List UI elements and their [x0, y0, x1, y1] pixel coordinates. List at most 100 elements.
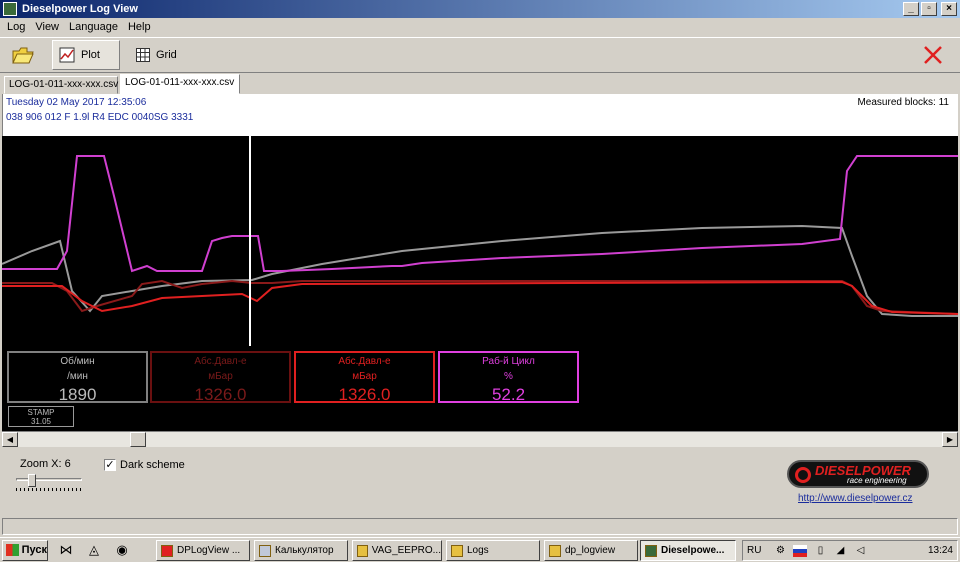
channel-rpm-label1: Об/мин	[60, 356, 95, 367]
plot-area[interactable]: Об/мин /мин 1890 Абс.Давл-е мБар 1326.0 …	[2, 136, 958, 431]
close-icon	[924, 46, 942, 64]
task-vag-eeprom[interactable]: VAG_EEPRO...	[352, 540, 442, 561]
channel-pressure-2-value: 1326.0	[338, 385, 391, 404]
series-pressure1-line	[2, 279, 958, 315]
channel-pressure-1[interactable]: Абс.Давл-е мБар 1326.0	[150, 351, 291, 404]
task-label: Logs	[467, 545, 489, 556]
task-dieselpower[interactable]: Dieselpowe...	[640, 540, 736, 561]
channel-pressure-2-label1: Абс.Давл-е	[338, 356, 391, 367]
task-logs[interactable]: Logs	[446, 540, 540, 561]
task-calculator[interactable]: Калькулятор	[254, 540, 348, 561]
exit-button[interactable]	[916, 40, 950, 70]
open-folder-button[interactable]	[4, 40, 42, 70]
windows-flag-icon	[6, 544, 19, 556]
title-bar: Dieselpower Log View _ ▫ ×	[0, 0, 960, 18]
folder-icon	[451, 544, 463, 557]
task-label: Калькулятор	[275, 545, 334, 556]
app-icon	[645, 544, 657, 557]
task-dp-logview[interactable]: dp_logview	[544, 540, 638, 561]
close-window-button[interactable]: ×	[941, 2, 957, 16]
logo-tagline: race engineering	[847, 476, 907, 485]
channel-rpm[interactable]: Об/мин /мин 1890	[7, 351, 148, 404]
toolbar: Plot Grid	[0, 37, 960, 73]
network-icon[interactable]: ◢	[833, 545, 847, 557]
folder-icon	[549, 544, 561, 557]
menu-help[interactable]: Help	[123, 21, 156, 33]
battery-icon[interactable]: ▯	[813, 545, 827, 557]
file-tabs: LOG-01-011-xxx-xxx.csv LOG-01-011-xxx-xx…	[0, 74, 960, 94]
calculator-icon	[259, 544, 271, 557]
system-tray: RU ⚙ ▯ ◢ ◁ 13:24	[742, 540, 958, 561]
zoom-slider-ticks	[16, 488, 82, 491]
channel-pressure-1-label1: Абс.Давл-е	[194, 356, 247, 367]
series-pressure2-line	[2, 280, 958, 315]
dieselpower-logo: DIESELPOWER race engineering	[787, 460, 929, 488]
minimize-button[interactable]: _	[903, 2, 919, 16]
tab-log-file-1[interactable]: LOG-01-011-xxx-xxx.csv	[4, 76, 118, 94]
channel-duty-label1: Раб-й Цикл	[482, 356, 535, 367]
russian-flag-icon[interactable]	[793, 544, 808, 557]
zoom-slider-thumb[interactable]	[28, 474, 36, 487]
ecu-info: 038 906 012 F 1.9l R4 EDC 0040SG 3331	[6, 112, 194, 123]
measured-blocks: Measured blocks: 11	[857, 97, 949, 108]
series-duty-line	[2, 155, 958, 273]
menu-view[interactable]: View	[30, 21, 64, 33]
dark-scheme-checkbox[interactable]: ✓	[104, 459, 116, 471]
quicklaunch-firefox-icon[interactable]: ◉	[112, 540, 132, 560]
clock: 13:24	[927, 545, 953, 556]
turbo-icon	[795, 467, 811, 483]
scroll-thumb[interactable]	[130, 432, 146, 447]
channel-pressure-1-label2: мБар	[208, 371, 233, 382]
volume-icon[interactable]: ◁	[853, 545, 867, 557]
channel-rpm-label2: /мин	[67, 371, 88, 382]
grid-icon	[136, 48, 150, 62]
log-info-panel: Tuesday 02 May 2017 12:35:06 038 906 012…	[2, 94, 958, 136]
start-button[interactable]: Пуск	[2, 539, 48, 561]
start-label: Пуск	[21, 544, 47, 556]
plot-label: Plot	[81, 49, 100, 61]
folder-open-icon	[12, 47, 34, 64]
channel-duty-value: 52.2	[491, 385, 526, 404]
plot-button[interactable]: Plot	[52, 40, 120, 70]
channel-pressure-2[interactable]: Абс.Давл-е мБар 1326.0	[294, 351, 435, 404]
menu-bar: Log View Language Help	[0, 18, 960, 36]
grid-label: Grid	[156, 49, 177, 61]
channel-duty-cycle[interactable]: Раб-й Цикл % 52.2	[438, 351, 579, 404]
task-label: VAG_EEPRO...	[371, 545, 441, 556]
status-bar	[2, 518, 958, 535]
stamp-box: STAMP 31.05	[8, 406, 74, 427]
menu-language[interactable]: Language	[64, 21, 123, 33]
control-panel: Zoom X: 6 ✓ Dark scheme DIESELPOWER race…	[2, 452, 958, 514]
task-label: dp_logview	[565, 545, 616, 556]
horizontal-scrollbar[interactable]: ◀ ▶	[2, 431, 958, 447]
task-label: DPLogView ...	[177, 545, 241, 556]
app-icon	[3, 2, 17, 16]
stamp-value: 31.05	[30, 417, 52, 426]
quicklaunch-vs-icon[interactable]: ⋈	[56, 540, 76, 560]
channel-pressure-2-label2: мБар	[352, 371, 377, 382]
channel-pressure-1-value: 1326.0	[194, 385, 247, 404]
dark-scheme-label: Dark scheme	[120, 459, 185, 471]
quicklaunch-app-icon[interactable]: ◬	[84, 540, 104, 560]
tray-app-icon[interactable]: ⚙	[773, 545, 787, 557]
scroll-left-button[interactable]: ◀	[2, 432, 18, 447]
chart-icon	[59, 47, 75, 63]
grid-button[interactable]: Grid	[130, 40, 190, 70]
stamp-label: STAMP	[27, 408, 55, 417]
channel-rpm-value: 1890	[58, 385, 97, 404]
task-label: Dieselpowe...	[661, 545, 725, 556]
website-link[interactable]: http://www.dieselpower.cz	[798, 493, 913, 504]
task-dplogview[interactable]: DPLogView ...	[156, 540, 250, 561]
scroll-right-button[interactable]: ▶	[942, 432, 958, 447]
zoom-slider-track	[16, 478, 82, 481]
zoom-slider[interactable]	[14, 474, 84, 492]
channel-duty-label2: %	[504, 371, 513, 382]
window-title: Dieselpower Log View	[22, 3, 138, 15]
tab-log-file-2[interactable]: LOG-01-011-xxx-xxx.csv	[120, 74, 240, 94]
restore-button[interactable]: ▫	[921, 2, 937, 16]
zoom-label: Zoom X: 6	[20, 458, 71, 470]
menu-log[interactable]: Log	[2, 21, 30, 33]
opera-icon	[161, 544, 173, 557]
folder-icon	[357, 544, 368, 557]
language-indicator[interactable]: RU	[747, 545, 761, 556]
